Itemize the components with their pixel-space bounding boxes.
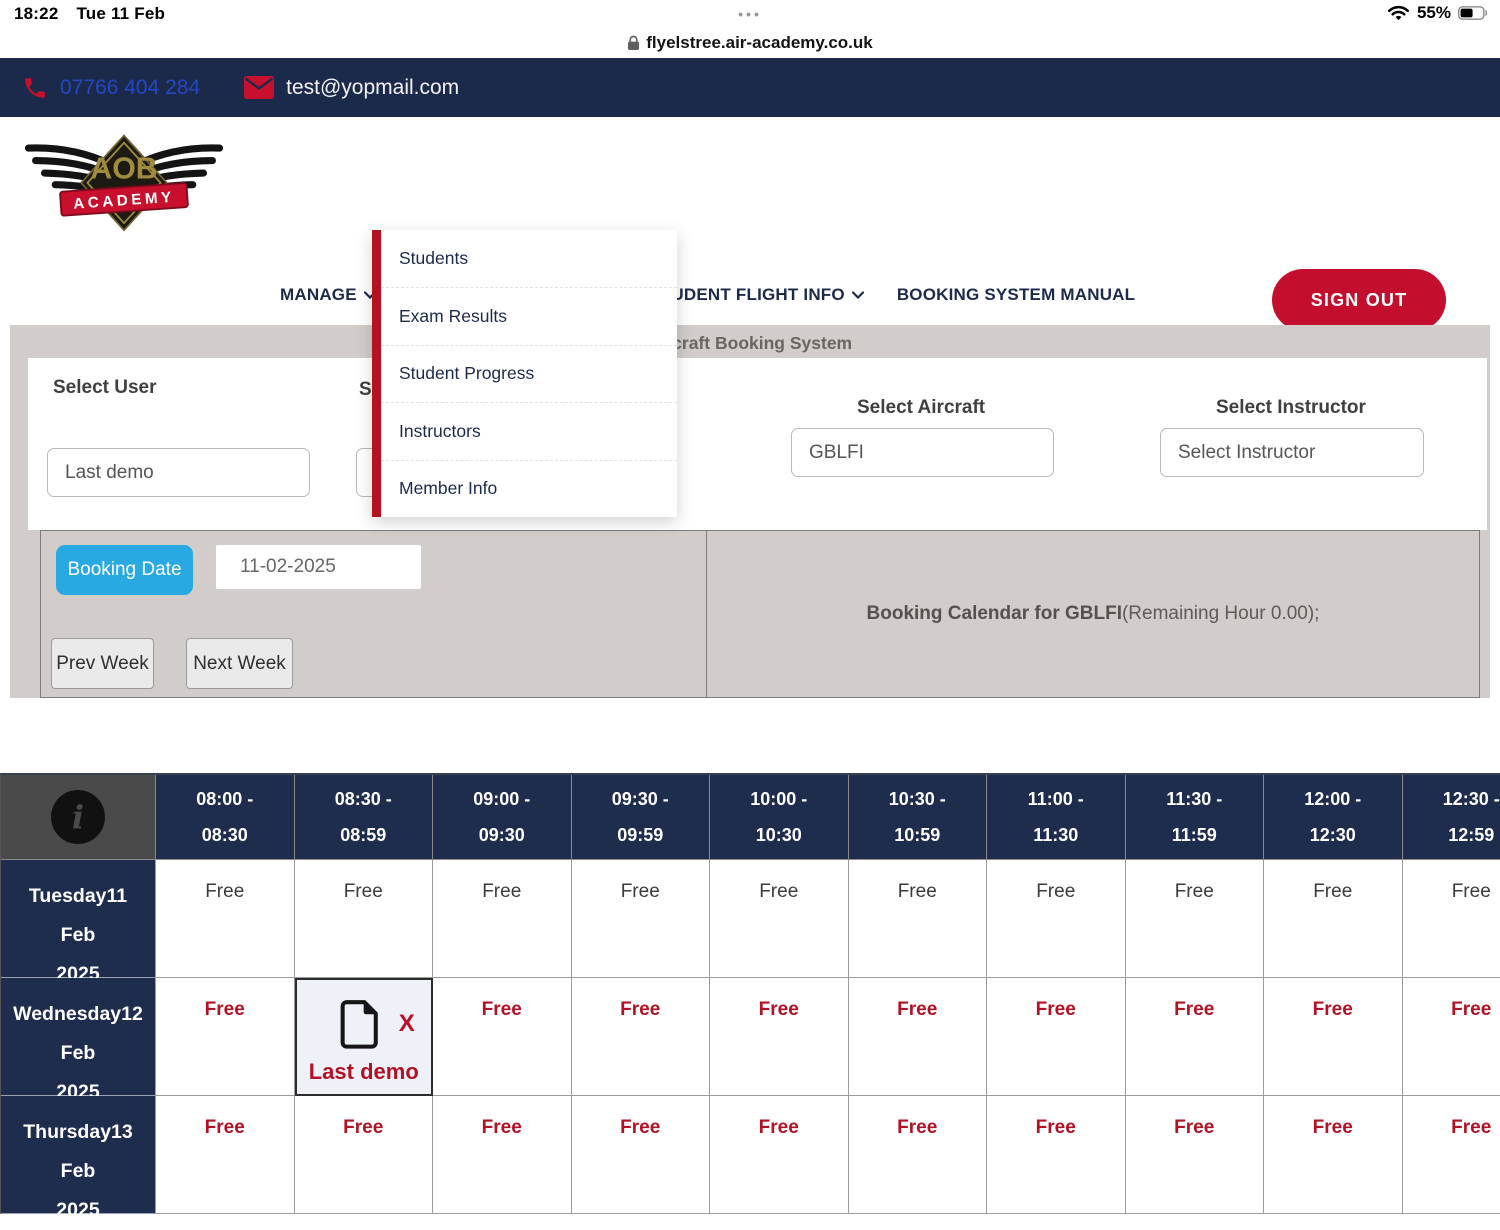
free-slot-cell[interactable]: Free bbox=[433, 1096, 572, 1214]
window-dots: ••• bbox=[0, 6, 1500, 22]
free-slot-cell[interactable]: Free bbox=[1126, 978, 1265, 1096]
free-slot-cell[interactable]: Free bbox=[1126, 1096, 1265, 1214]
time-slot-header: 08:30 -08:59 bbox=[295, 775, 434, 860]
phone-number: 07766 404 284 bbox=[60, 76, 200, 100]
day-header-cell: Wednesday12Feb2025 bbox=[1, 978, 156, 1096]
lock-icon bbox=[627, 35, 640, 51]
free-slot-cell[interactable]: Free bbox=[1264, 860, 1403, 978]
free-slot-cell[interactable]: Free bbox=[1403, 1096, 1500, 1214]
ios-status-bar: 18:22Tue 11 Feb ••• 55% bbox=[0, 0, 1500, 28]
next-week-button[interactable]: Next Week bbox=[186, 638, 293, 689]
wifi-icon bbox=[1387, 5, 1410, 22]
free-slot-cell[interactable]: Free bbox=[295, 1096, 434, 1214]
select-aircraft-input[interactable]: GBLFI bbox=[791, 428, 1054, 477]
free-slot-cell[interactable]: Free bbox=[156, 1096, 295, 1214]
email-link[interactable]: test@yopmail.com bbox=[244, 76, 459, 100]
day-header-cell: Thursday13Feb2025 bbox=[1, 1096, 156, 1214]
time-slot-header: 08:00 -08:30 bbox=[156, 775, 295, 860]
select-instructor-input[interactable]: Select Instructor bbox=[1160, 428, 1424, 477]
select-instructor-label: Select Instructor bbox=[1216, 397, 1366, 419]
free-slot-cell[interactable]: Free bbox=[433, 860, 572, 978]
battery-percent: 55% bbox=[1417, 3, 1451, 23]
booking-date-input[interactable]: 11-02-2025 bbox=[215, 544, 422, 590]
chevron-down-icon bbox=[852, 291, 864, 299]
booked-slot-cell[interactable]: X Last demo bbox=[295, 978, 434, 1096]
calendar-title: Booking Calendar for GBLFI(Remaining Hou… bbox=[707, 603, 1479, 625]
main-nav-bar: AOB ACADEMY MANAGE USER AIRCRAFT STUDENT… bbox=[0, 117, 1500, 248]
booking-calendar-table: i 08:00 -08:3008:30 -08:5909:00 -09:3009:… bbox=[0, 773, 1500, 1214]
cancel-booking-x[interactable]: X bbox=[399, 1010, 415, 1038]
sign-out-button[interactable]: SIGN OUT bbox=[1272, 269, 1446, 331]
booking-panel: Aircraft Booking System Select User Last… bbox=[10, 325, 1490, 698]
user-dropdown-menu: Students Exam Results Student Progress I… bbox=[372, 230, 677, 517]
safari-url-bar[interactable]: flyelstree.air-academy.co.uk bbox=[0, 28, 1500, 58]
time-slot-header: 09:00 -09:30 bbox=[433, 775, 572, 860]
prev-week-button[interactable]: Prev Week bbox=[51, 638, 154, 689]
covered-label-fragment: S bbox=[359, 379, 372, 401]
free-slot-cell[interactable]: Free bbox=[710, 978, 849, 1096]
free-slot-cell[interactable]: Free bbox=[1403, 860, 1500, 978]
menu-item-instructors[interactable]: Instructors bbox=[381, 402, 677, 459]
free-slot-cell[interactable]: Free bbox=[572, 860, 711, 978]
free-slot-cell[interactable]: Free bbox=[156, 860, 295, 978]
contact-bar: 07766 404 284 test@yopmail.com bbox=[0, 58, 1500, 117]
select-user-label: Select User bbox=[53, 377, 157, 399]
day-header-cell: Tuesday11Feb2025 bbox=[1, 860, 156, 978]
select-user-input[interactable]: Last demo bbox=[47, 448, 310, 497]
calendar-title-aircraft: Booking Calendar for GBLFI bbox=[867, 603, 1122, 624]
info-icon: i bbox=[51, 790, 105, 844]
time-slot-header: 11:00 -11:30 bbox=[987, 775, 1126, 860]
battery-icon bbox=[1458, 6, 1488, 20]
nav-item-student-flight-info[interactable]: STUDENT FLIGHT INFO bbox=[649, 285, 864, 305]
free-slot-cell[interactable]: Free bbox=[572, 978, 711, 1096]
free-slot-cell[interactable]: Free bbox=[295, 860, 434, 978]
svg-text:AOB: AOB bbox=[90, 152, 157, 185]
free-slot-cell[interactable]: Free bbox=[987, 860, 1126, 978]
free-slot-cell[interactable]: Free bbox=[710, 1096, 849, 1214]
time-slot-header: 12:00 -12:30 bbox=[1264, 775, 1403, 860]
time-slot-header: 11:30 -11:59 bbox=[1126, 775, 1265, 860]
phone-link[interactable]: 07766 404 284 bbox=[22, 75, 200, 101]
nav-item-booking-system-manual[interactable]: BOOKING SYSTEM MANUAL bbox=[897, 285, 1135, 305]
select-aircraft-label: Select Aircraft bbox=[857, 397, 985, 419]
booking-document-icon bbox=[337, 998, 379, 1050]
free-slot-cell[interactable]: Free bbox=[987, 978, 1126, 1096]
free-slot-cell[interactable]: Free bbox=[433, 978, 572, 1096]
panel-heading: Aircraft Booking System bbox=[10, 333, 1490, 354]
time-slot-header: 10:30 -10:59 bbox=[849, 775, 988, 860]
calendar-title-remaining: (Remaining Hour 0.00); bbox=[1122, 603, 1319, 624]
menu-item-student-progress[interactable]: Student Progress bbox=[381, 345, 677, 402]
free-slot-cell[interactable]: Free bbox=[987, 1096, 1126, 1214]
booked-by-label: Last demo bbox=[309, 1059, 419, 1085]
info-header-cell: i bbox=[1, 775, 156, 860]
url-host: flyelstree.air-academy.co.uk bbox=[646, 33, 872, 53]
free-slot-cell[interactable]: Free bbox=[1264, 978, 1403, 1096]
free-slot-cell[interactable]: Free bbox=[849, 1096, 988, 1214]
free-slot-cell[interactable]: Free bbox=[572, 1096, 711, 1214]
free-slot-cell[interactable]: Free bbox=[849, 860, 988, 978]
time-slot-header: 10:00 -10:30 bbox=[710, 775, 849, 860]
nav-item-manage[interactable]: MANAGE bbox=[280, 285, 376, 305]
menu-item-students[interactable]: Students bbox=[381, 230, 677, 287]
date-controls-box: Booking Date 11-02-2025 Prev Week Next W… bbox=[40, 530, 707, 698]
menu-item-exam-results[interactable]: Exam Results bbox=[381, 287, 677, 344]
time-slot-header: 09:30 -09:59 bbox=[572, 775, 711, 860]
time-slot-header: 12:30 -12:59 bbox=[1403, 775, 1500, 860]
free-slot-cell[interactable]: Free bbox=[156, 978, 295, 1096]
menu-item-member-info[interactable]: Member Info bbox=[381, 460, 677, 517]
booking-date-button[interactable]: Booking Date bbox=[56, 545, 193, 595]
free-slot-cell[interactable]: Free bbox=[1126, 860, 1265, 978]
envelope-icon bbox=[244, 76, 274, 99]
phone-icon bbox=[22, 75, 48, 101]
free-slot-cell[interactable]: Free bbox=[1403, 978, 1500, 1096]
free-slot-cell[interactable]: Free bbox=[849, 978, 988, 1096]
calendar-title-box: Booking Calendar for GBLFI(Remaining Hou… bbox=[707, 530, 1480, 698]
free-slot-cell[interactable]: Free bbox=[1264, 1096, 1403, 1214]
academy-logo[interactable]: AOB ACADEMY bbox=[18, 132, 230, 232]
free-slot-cell[interactable]: Free bbox=[710, 860, 849, 978]
email-address: test@yopmail.com bbox=[286, 76, 459, 100]
